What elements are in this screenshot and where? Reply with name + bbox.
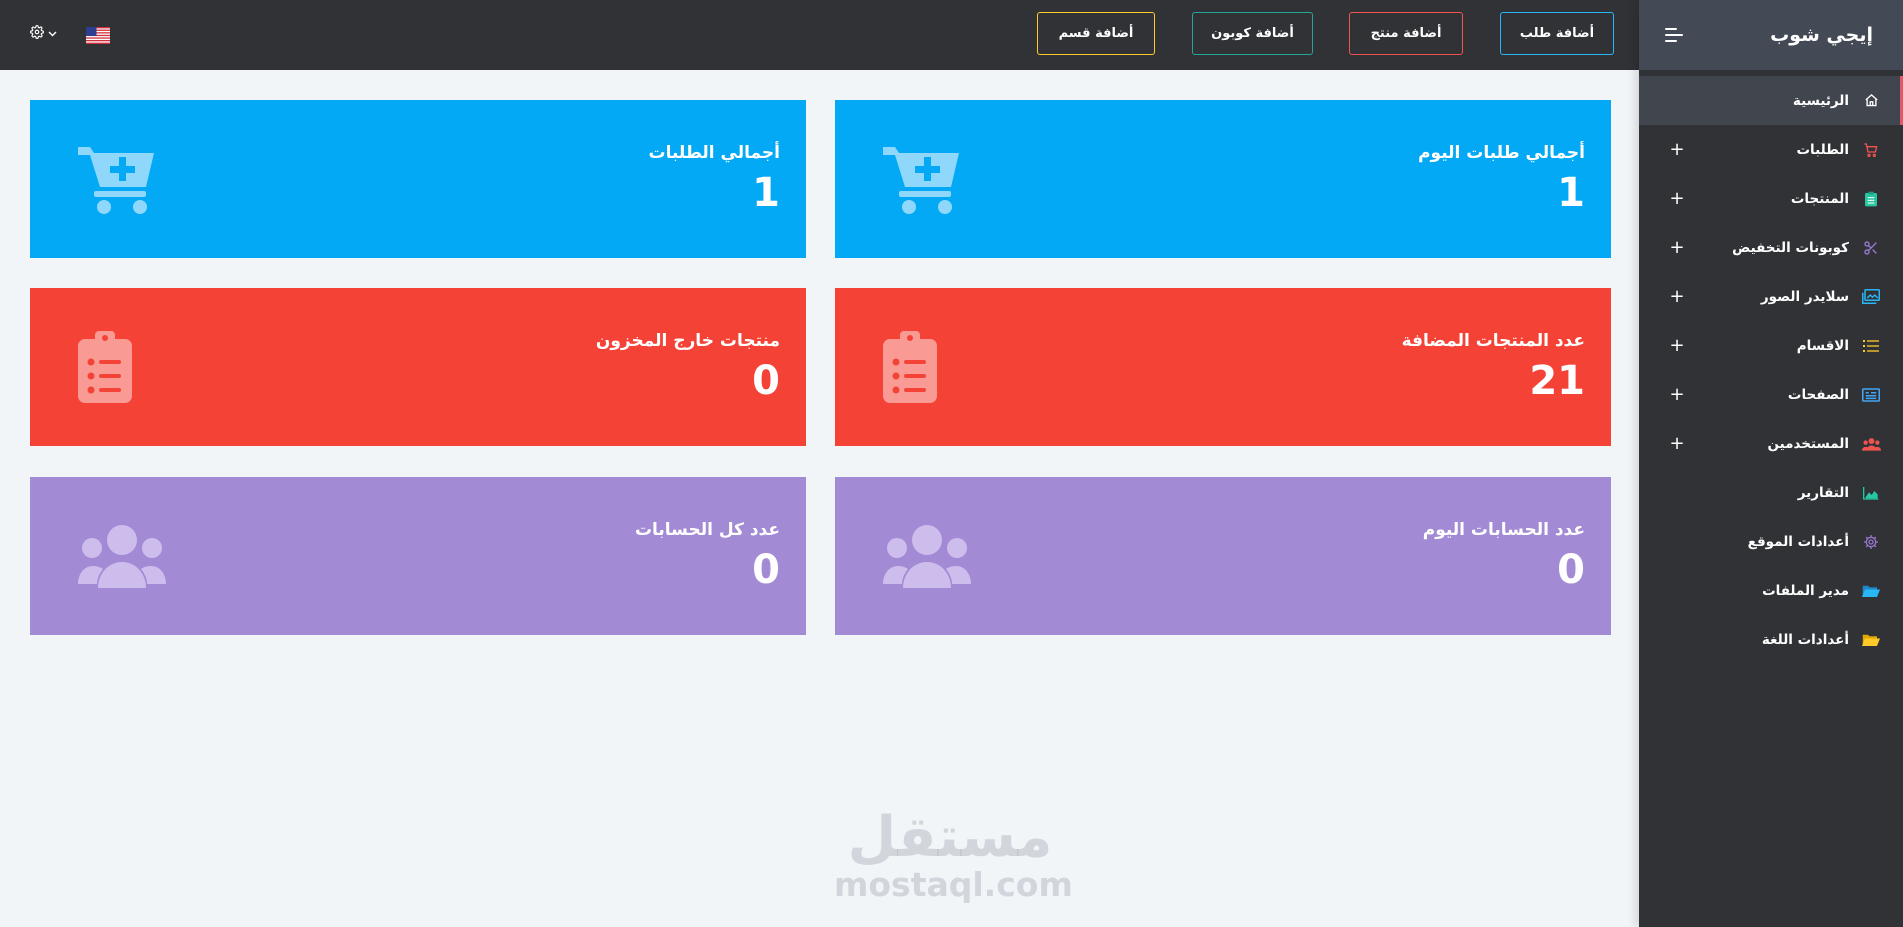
chevron-down-icon: [48, 31, 57, 37]
stat-card-out-of-stock: منتجات خارج المخزون 0: [30, 288, 806, 446]
stat-card-products-added: عدد المنتجات المضافة 21: [835, 288, 1611, 446]
stat-value: 0: [752, 358, 780, 404]
home-icon: [1861, 91, 1881, 111]
watermark: مستقل mostaql.com: [834, 805, 1073, 904]
sidebar-item-label: المستخدمين: [1767, 435, 1849, 452]
brand-name[interactable]: إيجي شوب: [1770, 24, 1873, 46]
sidebar-item-products[interactable]: المنتجات +: [1639, 174, 1903, 223]
stat-value: 1: [1557, 170, 1585, 216]
add-coupon-button[interactable]: أضافة كوبون: [1192, 12, 1313, 55]
sidebar-item-label: كوبونات التخفيض: [1732, 239, 1849, 256]
sidebar-item-sections[interactable]: الاقسام +: [1639, 321, 1903, 370]
sidebar-item-label: الاقسام: [1796, 337, 1849, 354]
clipboard-list-icon: [883, 331, 937, 403]
sidebar-item-label: التقارير: [1797, 484, 1849, 501]
sidebar-item-home[interactable]: الرئيسية: [1639, 76, 1903, 125]
stat-value: 0: [1557, 547, 1585, 593]
area-chart-icon: [1861, 483, 1881, 503]
expand-plus-icon[interactable]: +: [1669, 385, 1685, 404]
us-flag-icon[interactable]: [86, 27, 110, 44]
cart-icon: [1861, 140, 1881, 160]
expand-plus-icon[interactable]: +: [1669, 434, 1685, 453]
expand-plus-icon[interactable]: +: [1669, 336, 1685, 355]
expand-plus-icon[interactable]: +: [1669, 238, 1685, 257]
scissors-icon: [1861, 238, 1881, 258]
folder-open-icon: [1861, 630, 1881, 650]
sidebar-item-label: الطلبات: [1796, 141, 1849, 158]
gear-icon: [30, 24, 44, 43]
sidebar-item-users[interactable]: المستخدمين +: [1639, 419, 1903, 468]
sidebar-item-site-settings[interactable]: أعدادات الموقع: [1639, 517, 1903, 566]
users-icon: [883, 524, 971, 588]
sidebar-item-label: سلايدر الصور: [1760, 288, 1849, 305]
stat-value: 1: [752, 170, 780, 216]
sidebar-item-label: مدير الملفات: [1762, 582, 1849, 599]
watermark-latin: mostaql.com: [834, 865, 1073, 904]
expand-plus-icon[interactable]: +: [1669, 287, 1685, 306]
stat-title: عدد كل الحسابات: [634, 520, 780, 540]
users-icon: [1861, 434, 1881, 454]
newspaper-icon: [1861, 385, 1881, 405]
top-navbar: أضافة طلب أضافة منتج أضافة كوبون أضافة ق…: [0, 0, 1639, 70]
stat-title: أجمالي الطلبات: [648, 143, 780, 163]
sidebar-item-label: الصفحات: [1787, 386, 1849, 403]
add-section-button[interactable]: أضافة قسم: [1037, 12, 1155, 55]
sidebar-item-orders[interactable]: الطلبات +: [1639, 125, 1903, 174]
settings-dropdown[interactable]: [30, 24, 57, 43]
sidebar-item-slider[interactable]: سلايدر الصور +: [1639, 272, 1903, 321]
watermark-arabic: مستقل: [847, 805, 1053, 870]
stat-title: منتجات خارج المخزون: [595, 331, 780, 351]
sidebar-item-label: الرئيسية: [1792, 92, 1849, 109]
stat-title: عدد المنتجات المضافة: [1401, 331, 1585, 351]
stat-value: 21: [1529, 358, 1585, 404]
images-icon: [1861, 287, 1881, 307]
stat-card-total-orders: أجمالي الطلبات 1: [30, 100, 806, 258]
cart-plus-icon: [883, 143, 963, 215]
sidebar: إيجي شوب الرئيسية الطلبات + المنتجات + ك…: [1639, 0, 1903, 927]
sidebar-item-language-settings[interactable]: أعدادات اللغة: [1639, 615, 1903, 664]
sidebar-item-file-manager[interactable]: مدير الملفات: [1639, 566, 1903, 615]
sidebar-item-label: المنتجات: [1790, 190, 1849, 207]
stat-card-today-orders: أجمالي طلبات اليوم 1: [835, 100, 1611, 258]
clipboard-icon: [1861, 189, 1881, 209]
add-product-button[interactable]: أضافة منتج: [1349, 12, 1463, 55]
stat-title: عدد الحسابات اليوم: [1422, 520, 1585, 540]
menu-toggle-icon[interactable]: [1665, 28, 1685, 42]
sidebar-item-pages[interactable]: الصفحات +: [1639, 370, 1903, 419]
stat-title: أجمالي طلبات اليوم: [1418, 143, 1585, 163]
gear-icon: [1861, 532, 1881, 552]
clipboard-list-icon: [78, 331, 132, 403]
sidebar-item-coupons[interactable]: كوبونات التخفيض +: [1639, 223, 1903, 272]
cart-plus-icon: [78, 143, 158, 215]
sidebar-menu: الرئيسية الطلبات + المنتجات + كوبونات ال…: [1639, 70, 1903, 664]
stat-card-all-accounts: عدد كل الحسابات 0: [30, 477, 806, 635]
list-icon: [1861, 336, 1881, 356]
folder-open-icon: [1861, 581, 1881, 601]
sidebar-item-reports[interactable]: التقارير: [1639, 468, 1903, 517]
sidebar-item-label: أعدادات اللغة: [1761, 631, 1849, 648]
users-icon: [78, 524, 166, 588]
stat-value: 0: [752, 547, 780, 593]
sidebar-item-label: أعدادات الموقع: [1747, 533, 1849, 550]
add-order-button[interactable]: أضافة طلب: [1500, 12, 1614, 55]
stat-card-today-accounts: عدد الحسابات اليوم 0: [835, 477, 1611, 635]
expand-plus-icon[interactable]: +: [1669, 140, 1685, 159]
expand-plus-icon[interactable]: +: [1669, 189, 1685, 208]
brand-bar: إيجي شوب: [1639, 0, 1903, 70]
